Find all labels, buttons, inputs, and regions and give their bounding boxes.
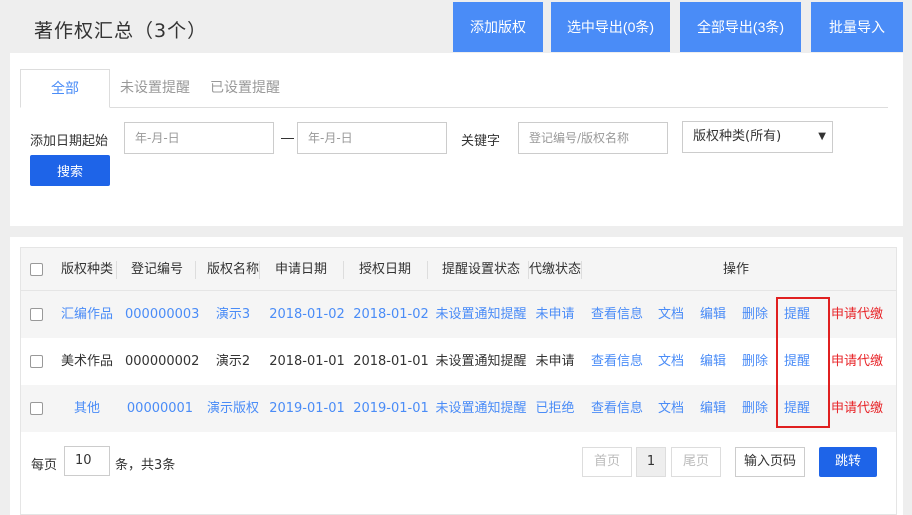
apply-pay-link[interactable]: 申请代缴 xyxy=(829,291,885,338)
delete-link[interactable]: 删除 xyxy=(741,385,769,432)
date-end-input[interactable]: 年-月-日 xyxy=(297,122,447,154)
view-info-link[interactable]: 查看信息 xyxy=(591,291,643,338)
tab-bar: 全部 未设置提醒 已设置提醒 xyxy=(20,69,888,108)
header-separator xyxy=(581,261,582,279)
cell-apply-date[interactable]: 2018-01-02 xyxy=(269,291,345,338)
header-actions: 操作 xyxy=(722,262,749,277)
export-all-button[interactable]: 全部导出(3条) xyxy=(680,2,801,52)
cell-type: 美术作品 xyxy=(60,354,113,369)
delete-link[interactable]: 删除 xyxy=(741,291,769,338)
cell-grant-date[interactable]: 2019-01-01 xyxy=(353,385,429,432)
cell-apply-date: 2018-01-01 xyxy=(269,354,345,369)
cell-grant-date: 2018-01-01 xyxy=(353,354,429,369)
delete-link[interactable]: 删除 xyxy=(741,338,769,385)
filter-panel: 著作权汇总（3个） 添加版权 选中导出(0条) 全部导出(3条) 批量导入 全部… xyxy=(10,0,903,226)
header-pay-status: 代缴状态 xyxy=(529,262,582,277)
search-button[interactable]: 搜索 xyxy=(30,155,110,186)
cell-name[interactable]: 演示3 xyxy=(201,291,265,338)
table-row: 汇编作品 000000003 演示3 2018-01-02 2018-01-02… xyxy=(21,291,896,338)
table-header: 版权种类 登记编号 版权名称 申请日期 授权日期 提醒设置状态 代缴状态 操作 xyxy=(21,248,896,291)
header-separator xyxy=(427,261,428,279)
cell-reg-no[interactable]: 000000003 xyxy=(125,291,199,338)
date-start-input[interactable]: 年-月-日 xyxy=(124,122,274,154)
cell-reg-no: 000000002 xyxy=(125,354,200,369)
page-title: 著作权汇总（3个） xyxy=(34,20,208,42)
cell-name: 演示2 xyxy=(215,354,251,369)
cell-reg-no[interactable]: 00000001 xyxy=(125,385,195,432)
cell-remind-status[interactable]: 未设置通知提醒 xyxy=(435,385,527,432)
view-info-link[interactable]: 查看信息 xyxy=(591,338,643,385)
cell-name[interactable]: 演示版权 xyxy=(201,385,265,432)
date-range-separator xyxy=(281,138,294,139)
edit-link[interactable]: 编辑 xyxy=(699,338,727,385)
header-separator xyxy=(259,261,260,279)
add-copyright-button[interactable]: 添加版权 xyxy=(453,2,543,52)
table-row: 其他 00000001 演示版权 2019-01-01 2019-01-01 未… xyxy=(21,385,896,432)
last-page-button[interactable]: 尾页 xyxy=(671,447,721,477)
header-apply-date: 申请日期 xyxy=(274,262,327,277)
cell-pay-status[interactable]: 未申请 xyxy=(531,291,579,338)
cell-apply-date[interactable]: 2019-01-01 xyxy=(269,385,345,432)
copyright-type-value: 版权种类(所有) xyxy=(693,129,782,144)
header-name: 版权名称 xyxy=(206,262,259,277)
header-separator xyxy=(116,261,117,279)
tab-all[interactable]: 全部 xyxy=(20,69,110,108)
keyword-label: 关键字 xyxy=(461,134,501,149)
cell-type[interactable]: 汇编作品 xyxy=(55,291,119,338)
tab-set-reminder[interactable]: 已设置提醒 xyxy=(210,69,280,108)
total-count-label: 条，共3条 xyxy=(115,458,176,473)
header-type: 版权种类 xyxy=(60,262,113,277)
title-bar: 著作权汇总（3个） 添加版权 选中导出(0条) 全部导出(3条) 批量导入 xyxy=(10,0,903,53)
current-page-button[interactable]: 1 xyxy=(636,447,666,477)
tab-unset-reminder[interactable]: 未设置提醒 xyxy=(120,69,190,108)
cell-pay-status: 未申请 xyxy=(535,354,575,369)
header-remind-status: 提醒设置状态 xyxy=(441,262,520,277)
cell-pay-status[interactable]: 已拒绝 xyxy=(531,385,579,432)
batch-import-button[interactable]: 批量导入 xyxy=(811,2,903,52)
jump-button[interactable]: 跳转 xyxy=(819,447,877,477)
keyword-input[interactable]: 登记编号/版权名称 xyxy=(518,122,668,154)
row-checkbox[interactable] xyxy=(30,402,43,415)
export-selected-button[interactable]: 选中导出(0条) xyxy=(551,2,670,52)
cell-grant-date[interactable]: 2018-01-02 xyxy=(353,291,429,338)
header-grant-date: 授权日期 xyxy=(358,262,411,277)
goto-page-input[interactable]: 输入页码 xyxy=(735,447,805,477)
edit-link[interactable]: 编辑 xyxy=(699,291,727,338)
apply-pay-link[interactable]: 申请代缴 xyxy=(829,338,885,385)
first-page-button[interactable]: 首页 xyxy=(582,447,632,477)
per-page-input[interactable]: 10 xyxy=(64,446,110,476)
cell-remind-status[interactable]: 未设置通知提醒 xyxy=(435,291,527,338)
header-reg-no: 登记编号 xyxy=(130,262,183,277)
header-separator xyxy=(343,261,344,279)
cell-type[interactable]: 其他 xyxy=(55,385,119,432)
header-separator xyxy=(195,261,196,279)
remind-column-highlight xyxy=(776,297,830,428)
table-row: 美术作品 000000002 演示2 2018-01-01 2018-01-01… xyxy=(21,338,896,385)
document-link[interactable]: 文档 xyxy=(657,291,685,338)
document-link[interactable]: 文档 xyxy=(657,338,685,385)
copyright-type-select[interactable]: 版权种类(所有) ▼ xyxy=(682,121,833,153)
row-checkbox[interactable] xyxy=(30,308,43,321)
edit-link[interactable]: 编辑 xyxy=(699,385,727,432)
per-page-label: 每页 xyxy=(31,458,58,473)
date-range-label: 添加日期起始 xyxy=(30,134,109,149)
caret-down-icon: ▼ xyxy=(818,131,826,142)
apply-pay-link[interactable]: 申请代缴 xyxy=(829,385,885,432)
document-link[interactable]: 文档 xyxy=(657,385,685,432)
row-checkbox[interactable] xyxy=(30,355,43,368)
select-all-checkbox[interactable] xyxy=(30,263,43,276)
view-info-link[interactable]: 查看信息 xyxy=(591,385,643,432)
cell-remind-status: 未设置通知提醒 xyxy=(435,354,527,369)
